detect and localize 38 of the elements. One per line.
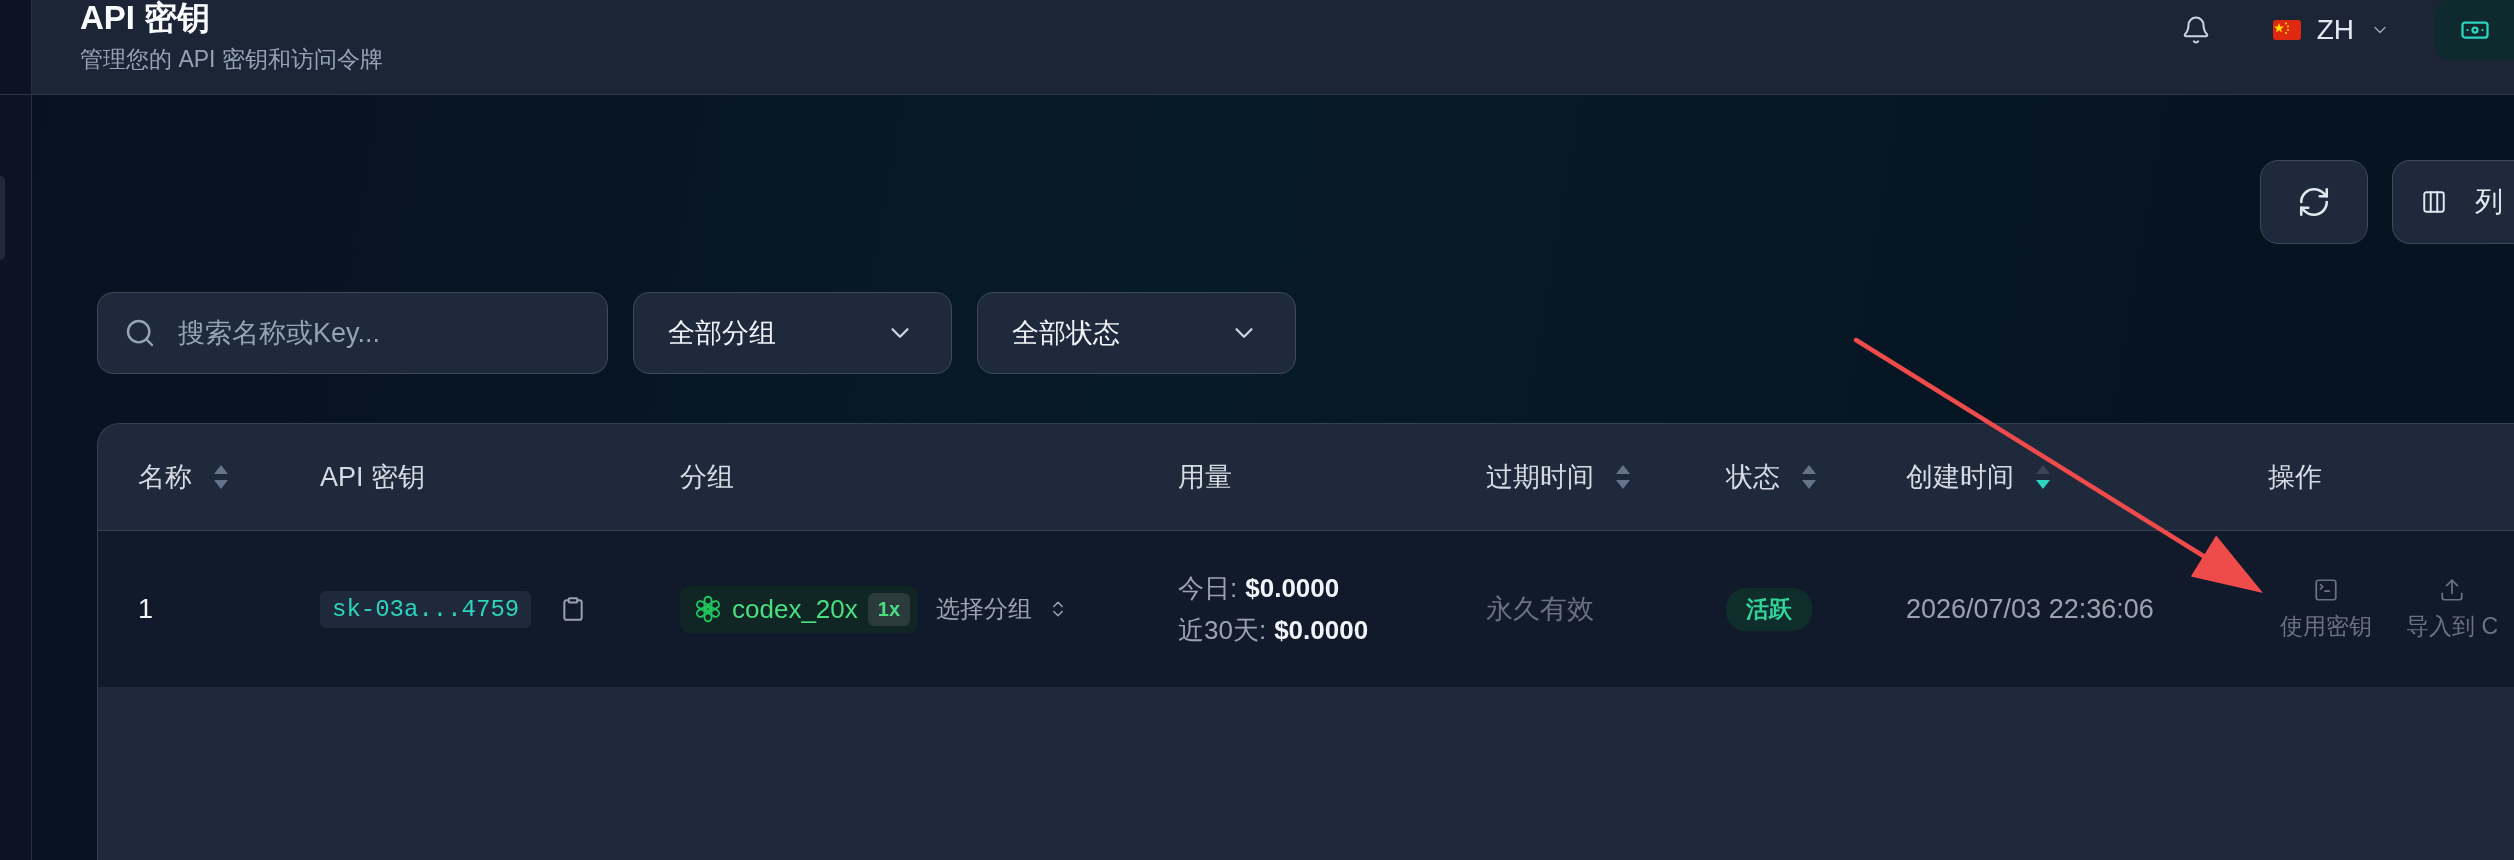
- column-header: 状态: [1726, 461, 1780, 494]
- key-name: 1: [138, 593, 154, 625]
- search-icon: [124, 317, 156, 349]
- refresh-icon: [2297, 185, 2331, 219]
- column-header: 分组: [680, 461, 734, 494]
- use-key-button[interactable]: 使用密钥: [2280, 576, 2372, 642]
- import-button[interactable]: 导入到 C: [2406, 576, 2498, 642]
- group-filter-dropdown[interactable]: 全部分组: [633, 292, 952, 374]
- status-filter-dropdown[interactable]: 全部状态: [977, 292, 1296, 374]
- group-name: codex_20x: [732, 593, 858, 625]
- column-header: 用量: [1178, 461, 1232, 494]
- column-header: 名称: [138, 461, 192, 494]
- language-selector[interactable]: ZH: [2272, 14, 2390, 46]
- column-header: 过期时间: [1486, 461, 1594, 494]
- page-title: API 密钥: [80, 0, 212, 36]
- usage-value: $0.0000: [1245, 572, 1340, 605]
- refresh-button[interactable]: [2260, 160, 2368, 244]
- balance-button[interactable]: [2434, 0, 2514, 60]
- search-field[interactable]: 搜索名称或Key...: [97, 292, 608, 374]
- terminal-icon: [2313, 576, 2339, 603]
- column-header: 操作: [2268, 461, 2322, 494]
- sort-icon[interactable]: [2036, 464, 2050, 490]
- status-badge: 活跃: [1726, 587, 1812, 631]
- created-time: 2026/07/03 22:36:06: [1906, 593, 2154, 625]
- columns-icon: [2421, 189, 2447, 215]
- columns-button[interactable]: 列: [2392, 160, 2514, 244]
- flag-icon: [2272, 20, 2301, 40]
- page-subtitle: 管理您的 API 密钥和访问令牌: [80, 45, 383, 74]
- column-header: 创建时间: [1906, 461, 2014, 494]
- group-select[interactable]: 选择分组: [936, 593, 1068, 625]
- knot-logo-icon: [694, 595, 722, 623]
- usage-value: $0.0000: [1274, 614, 1369, 647]
- column-header: API 密钥: [320, 461, 426, 494]
- multiplier-badge: 1x: [867, 592, 910, 626]
- expiry-text: 永久有效: [1486, 593, 1594, 626]
- usage-label: 今日:: [1178, 572, 1238, 605]
- api-key-value: sk-03a...4759: [320, 590, 532, 628]
- usage-label: 近30天:: [1178, 614, 1267, 647]
